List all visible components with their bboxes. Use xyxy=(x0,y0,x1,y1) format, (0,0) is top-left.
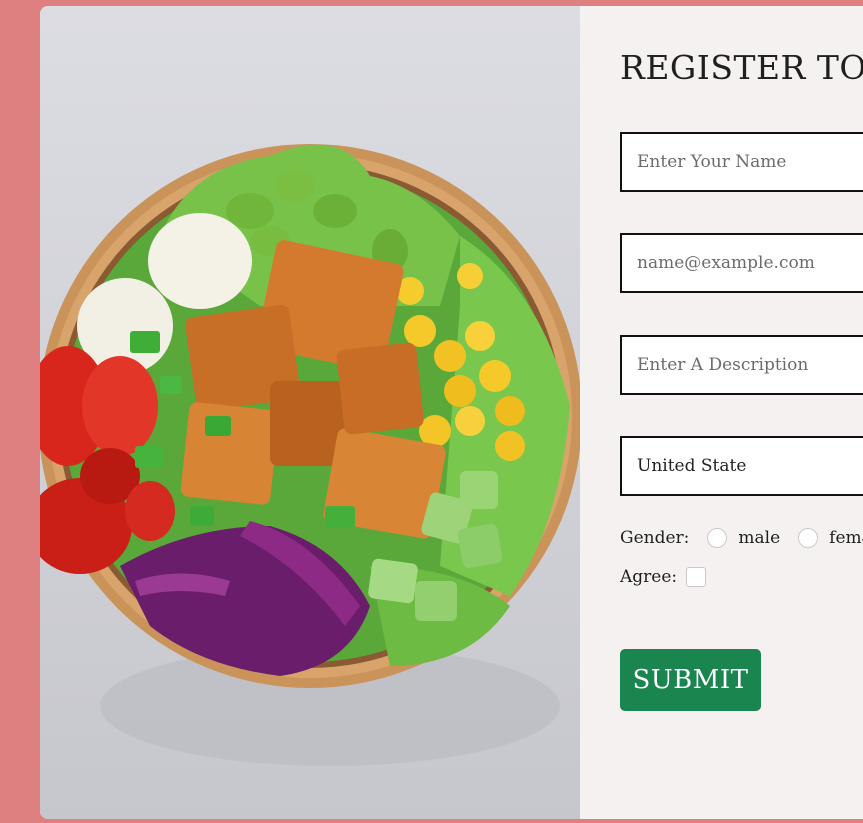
gender-female-radio[interactable] xyxy=(798,528,819,548)
agree-group: Agree: xyxy=(620,565,707,589)
form-title: REGISTER TO xyxy=(620,48,863,87)
country-select-value: United State xyxy=(637,456,747,476)
submit-button[interactable]: SUBMIT xyxy=(620,649,761,711)
email-input[interactable] xyxy=(620,233,863,293)
name-input[interactable] xyxy=(620,132,863,192)
salad-bowl-illustration xyxy=(40,144,580,766)
registration-form: REGISTER TO United State Gender: male fe… xyxy=(580,6,863,819)
gender-female-label: fema xyxy=(829,528,863,548)
gender-male-radio[interactable] xyxy=(707,528,728,548)
salad-bowl-image xyxy=(40,6,580,819)
country-select[interactable]: United State xyxy=(620,436,863,496)
description-input[interactable] xyxy=(620,335,863,395)
registration-card: REGISTER TO United State Gender: male fe… xyxy=(40,6,863,819)
gender-label: Gender: xyxy=(620,528,690,548)
gender-group: Gender: male fema xyxy=(620,526,863,550)
gender-male-label: male xyxy=(738,528,781,548)
agree-checkbox[interactable] xyxy=(686,567,707,587)
agree-label: Agree: xyxy=(620,567,678,587)
